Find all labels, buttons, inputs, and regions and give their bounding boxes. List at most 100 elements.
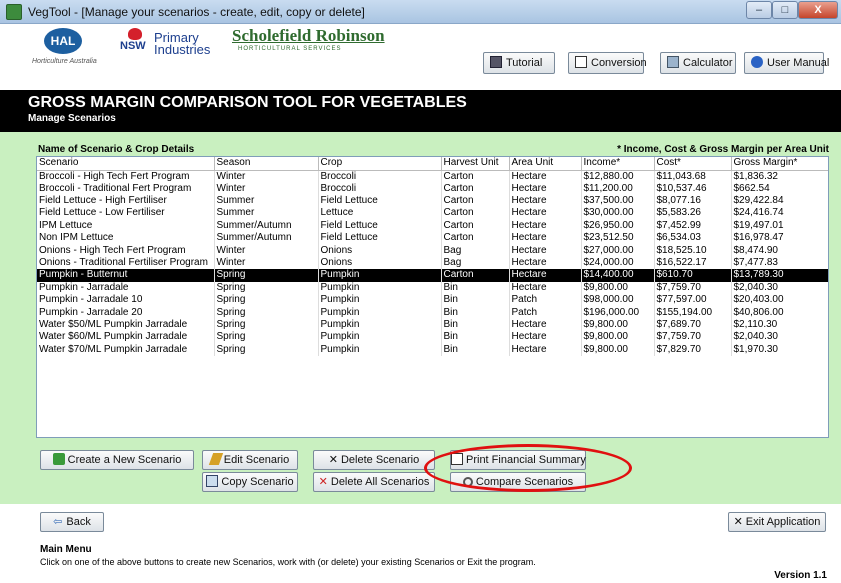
- table-cell: $1,970.30: [731, 343, 828, 356]
- table-cell: Patch: [509, 306, 582, 319]
- table-cell: $9,800.00: [581, 281, 655, 295]
- window-title: VegTool - [Manage your scenarios - creat…: [28, 5, 365, 19]
- column-header[interactable]: Season: [214, 157, 319, 171]
- footer: ⇦ Back ✕ Exit Application Main Menu Click …: [0, 504, 841, 583]
- table-cell: Carton: [441, 269, 510, 282]
- table-cell: Hectare: [509, 343, 582, 356]
- table-cell: Pumpkin - Jarradale 20: [37, 306, 215, 319]
- table-row[interactable]: Broccoli - High Tech Fert Program Winter B…: [37, 170, 828, 183]
- help-icon: [751, 56, 763, 68]
- table-cell: Spring: [214, 331, 319, 344]
- waratah-icon: [128, 28, 142, 40]
- column-header[interactable]: Cost*: [654, 157, 732, 171]
- table-cell: Carton: [441, 182, 510, 195]
- table-cell: $9,800.00: [581, 318, 655, 332]
- table-cell: Spring: [214, 281, 319, 295]
- delete-scenario-button[interactable]: ✕ Delete Scenario: [313, 450, 435, 470]
- scholefield-robinson-logo: Scholefield Robinson: [232, 26, 385, 45]
- table-cell: Pumpkin: [318, 281, 442, 295]
- table-cell: Hectare: [509, 281, 582, 295]
- table-row[interactable]: Field Lettuce - Low Fertiliser Summer Lett…: [37, 207, 828, 220]
- table-cell: Pumpkin - Jarradale: [37, 281, 215, 295]
- table-row[interactable]: Pumpkin - Jarradale 10 Spring Pumpkin Bin Pa…: [37, 294, 828, 307]
- exit-application-button[interactable]: ✕ Exit Application: [728, 512, 826, 532]
- table-row[interactable]: IPM Lettuce Summer/Autumn Field Lettuce Car…: [37, 219, 828, 233]
- table-cell: $19,497.01: [731, 219, 828, 233]
- table-cell: Broccoli - High Tech Fert Program: [37, 170, 215, 183]
- table-cell: $5,583.26: [654, 207, 732, 220]
- user-manual-button[interactable]: User Manual: [744, 52, 829, 74]
- hal-logo: HAL: [44, 28, 82, 54]
- table-cell: Hectare: [509, 256, 582, 270]
- table-cell: Spring: [214, 343, 319, 356]
- column-header[interactable]: Income*: [581, 157, 655, 171]
- table-cell: $12,880.00: [581, 170, 655, 183]
- table-cell: Bin: [441, 306, 510, 319]
- table-cell: Pumpkin: [318, 343, 442, 356]
- back-arrow-icon: ⇦: [53, 516, 63, 528]
- table-cell: Field Lettuce - Low Fertiliser: [37, 207, 215, 220]
- table-row[interactable]: Non IPM Lettuce Summer/Autumn Field Lettuc…: [37, 232, 828, 245]
- table-cell: $7,689.70: [654, 318, 732, 332]
- table-row[interactable]: Pumpkin - Jarradale Spring Pumpkin Bin Hecta…: [37, 281, 828, 295]
- table-cell: $11,043.68: [654, 170, 732, 183]
- tutorial-button[interactable]: Tutorial: [483, 52, 555, 74]
- table-row[interactable]: Pumpkin - Jarradale 20 Spring Pumpkin Bin Pa…: [37, 306, 828, 319]
- conversion-button[interactable]: Conversion: [568, 52, 647, 74]
- table-cell: $1,836.32: [731, 170, 828, 183]
- version-label: Version 1.1: [774, 570, 827, 581]
- table-cell: Broccoli - Traditional Fert Program: [37, 182, 215, 195]
- delete-all-scenarios-button[interactable]: ✕ Delete All Scenarios: [313, 472, 435, 492]
- copy-scenario-button[interactable]: Copy Scenario: [202, 472, 298, 492]
- table-cell: $7,829.70: [654, 343, 732, 356]
- table-row[interactable]: Onions - Traditional Fertiliser Program W…: [37, 256, 828, 270]
- table-cell: Field Lettuce - High Fertiliser: [37, 194, 215, 208]
- table-cell: IPM Lettuce: [37, 219, 215, 233]
- table-cell: $8,077.16: [654, 194, 732, 208]
- table-cell: Hectare: [509, 269, 582, 282]
- table-row[interactable]: Water $70/ML Pumpkin Jarradale Spring Pump…: [37, 343, 828, 356]
- column-header[interactable]: Area Unit: [509, 157, 582, 171]
- back-button[interactable]: ⇦ Back: [40, 512, 104, 532]
- scenario-table: Scenario Season Crop Harvest Unit Area U…: [37, 157, 828, 356]
- table-row[interactable]: Onions - High Tech Fert Program Winter Oni…: [37, 244, 828, 257]
- table-cell: $26,950.00: [581, 219, 655, 233]
- close-button[interactable]: X: [798, 1, 838, 19]
- scholefield-robinson-subtext: HORTICULTURAL SERVICES: [238, 46, 342, 52]
- column-header[interactable]: Harvest Unit: [441, 157, 510, 171]
- table-row[interactable]: Broccoli - Traditional Fert Program Winte…: [37, 182, 828, 195]
- calculator-button[interactable]: Calculator: [660, 52, 736, 74]
- column-header[interactable]: Scenario: [37, 157, 215, 171]
- table-cell: Bin: [441, 318, 510, 332]
- table-cell: $77,597.00: [654, 294, 732, 307]
- table-cell: $98,000.00: [581, 294, 655, 307]
- maximize-button[interactable]: □: [772, 1, 798, 19]
- table-cell: Broccoli: [318, 170, 442, 183]
- table-cell: $196,000.00: [581, 306, 655, 319]
- table-cell: Bin: [441, 343, 510, 356]
- table-cell: Spring: [214, 294, 319, 307]
- table-row[interactable]: Water $50/ML Pumpkin Jarradale Spring Pump…: [37, 318, 828, 332]
- edit-scenario-button[interactable]: Edit Scenario: [202, 450, 298, 470]
- scenario-list[interactable]: Scenario Season Crop Harvest Unit Area U…: [36, 156, 829, 438]
- table-row[interactable]: Water $60/ML Pumpkin Jarradale Spring Pump…: [37, 331, 828, 344]
- table-cell: $9,800.00: [581, 331, 655, 344]
- column-header[interactable]: Gross Margin*: [731, 157, 828, 171]
- film-icon: [490, 56, 502, 68]
- table-row[interactable]: Field Lettuce - High Fertiliser Summer Fie…: [37, 194, 828, 208]
- table-cell: Pumpkin - Butternut: [37, 269, 215, 282]
- x-icon: ✕: [328, 454, 338, 466]
- table-cell: Patch: [509, 294, 582, 307]
- calculator-icon: [667, 56, 679, 68]
- column-header[interactable]: Crop: [318, 157, 442, 171]
- minimize-button[interactable]: –: [746, 1, 772, 19]
- main-menu-instructions: Click on one of the above buttons to cre…: [40, 557, 536, 567]
- table-cell: $27,000.00: [581, 244, 655, 257]
- table-cell: Onions: [318, 244, 442, 257]
- create-scenario-button[interactable]: Create a New Scenario: [40, 450, 194, 470]
- table-cell: Hectare: [509, 219, 582, 233]
- table-cell: $11,200.00: [581, 182, 655, 195]
- table-row[interactable]: Pumpkin - Butternut Spring Pumpkin Carton He…: [37, 269, 828, 282]
- table-cell: $29,422.84: [731, 194, 828, 208]
- table-cell: Summer/Autumn: [214, 219, 319, 233]
